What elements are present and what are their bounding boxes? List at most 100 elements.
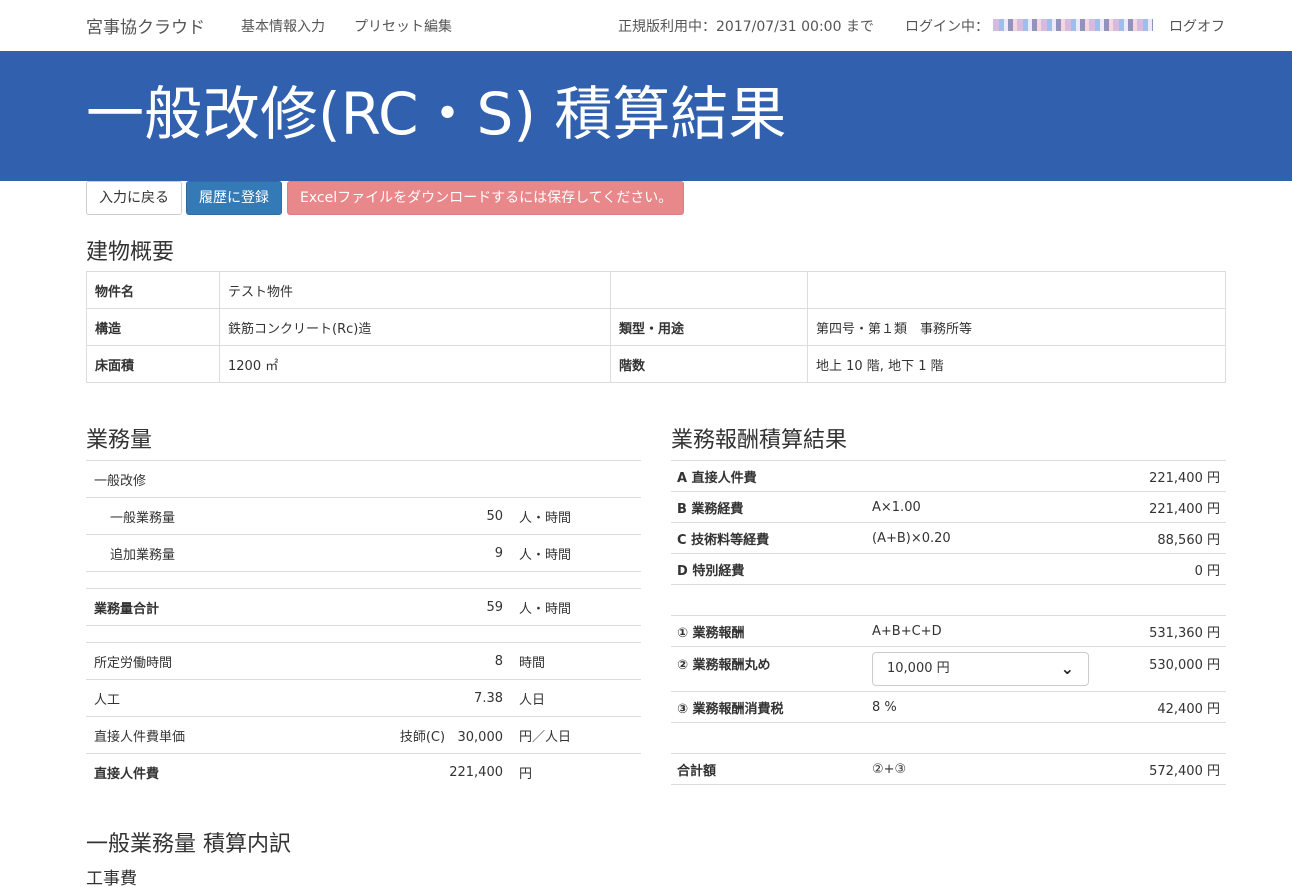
overview-label: 床面積 — [86, 345, 220, 383]
overview-value: 1200 ㎡ — [219, 345, 611, 383]
fee-label: ② 業務報酬丸め — [671, 646, 866, 692]
table-row: 物件名 テスト物件 — [86, 271, 1226, 309]
overview-value: 地上 10 階, 地下 1 階 — [807, 345, 1226, 383]
workload-total-value: 59 — [336, 588, 511, 626]
workload-unit: 人日 — [511, 679, 641, 717]
table-row: B 業務経費 A×1.00 221,400 円 — [671, 491, 1226, 523]
workload-value: 7.38 — [336, 679, 511, 717]
table-row — [86, 625, 641, 643]
workload-value: 技師(C) 30,000 — [336, 716, 511, 754]
workload-value: 50 — [336, 497, 511, 535]
table-row: 構造 鉄筋コンクリート(Rc)造 類型・用途 第四号・第１類 事務所等 — [86, 308, 1226, 346]
table-row — [671, 722, 1226, 754]
fee-formula: A+B+C+D — [866, 615, 1096, 647]
table-row — [671, 584, 1226, 616]
fee-formula — [866, 553, 1096, 585]
fee-amount: 42,400 円 — [1096, 691, 1226, 723]
chevron-down-icon: ⌄ — [1060, 659, 1074, 678]
workload-label: 一般業務量 — [86, 497, 336, 535]
workload-category: 一般改修 — [86, 460, 641, 498]
fee-amount: 0 円 — [1096, 553, 1226, 585]
workload-label: 所定労働時間 — [86, 642, 336, 680]
table-row: ① 業務報酬 A+B+C+D 531,360 円 — [671, 615, 1226, 647]
nav-basic-input[interactable]: 基本情報入力 — [241, 16, 325, 36]
fee-table: A 直接人件費 221,400 円 B 業務経費 A×1.00 221,400 … — [671, 460, 1226, 785]
workload-unit: 時間 — [511, 642, 641, 680]
fee-amount: 221,400 円 — [1096, 460, 1226, 492]
breakdown-subheading: 工事費 — [86, 869, 137, 887]
overview-label: 構造 — [86, 308, 220, 346]
table-row: 所定労働時間 8 時間 — [86, 642, 641, 680]
fee-label: A 直接人件費 — [671, 460, 866, 492]
overview-label: 階数 — [610, 345, 808, 383]
overview-table: 物件名 テスト物件 構造 鉄筋コンクリート(Rc)造 類型・用途 第四号・第１類… — [86, 271, 1226, 383]
fee-label: B 業務経費 — [671, 491, 866, 523]
workload-unit: 人・時間 — [511, 588, 641, 626]
fee-heading: 業務報酬積算結果 — [671, 428, 848, 453]
table-row: ② 業務報酬丸め 10,000 円 ⌄ 530,000 円 — [671, 646, 1226, 692]
table-row: 直接人件費 221,400 円 — [86, 753, 641, 791]
fee-label: ③ 業務報酬消費税 — [671, 691, 866, 723]
rounding-select-value: 10,000 円 — [887, 661, 950, 676]
brand-link[interactable]: 宮事協クラウド — [86, 13, 205, 38]
nav-preset-edit[interactable]: プリセット編集 — [354, 16, 452, 36]
fee-label: C 技術料等経費 — [671, 522, 866, 554]
overview-value — [807, 271, 1226, 309]
fee-amount: 88,560 円 — [1096, 522, 1226, 554]
workload-unit: 円 — [511, 753, 641, 791]
fee-formula: 8 % — [866, 691, 1096, 723]
register-history-button[interactable]: 履歴に登録 — [186, 181, 282, 215]
overview-label — [610, 271, 808, 309]
fee-label: D 特別経費 — [671, 553, 866, 585]
fee-label: ① 業務報酬 — [671, 615, 866, 647]
table-row: 追加業務量 9 人・時間 — [86, 534, 641, 572]
overview-heading: 建物概要 — [86, 240, 175, 265]
page-header: 一般改修(RC・S) 積算結果 — [0, 51, 1292, 181]
excel-download-notice: Excelファイルをダウンロードするには保存してください。 — [287, 181, 684, 215]
direct-cost-value: 221,400 — [336, 753, 511, 791]
workload-value: 8 — [336, 642, 511, 680]
workload-unit: 円／人日 — [511, 716, 641, 754]
overview-value: テスト物件 — [219, 271, 611, 309]
fee-total-label: 合計額 — [671, 753, 866, 785]
fee-amount: 531,360 円 — [1096, 615, 1226, 647]
table-row: 人工 7.38 人日 — [86, 679, 641, 717]
workload-total-label: 業務量合計 — [86, 588, 336, 626]
overview-label: 類型・用途 — [610, 308, 808, 346]
workload-unit: 人・時間 — [511, 534, 641, 572]
table-row: C 技術料等経費 (A+B)×0.20 88,560 円 — [671, 522, 1226, 554]
unit-price-value: 30,000 — [457, 729, 504, 745]
license-status: 正規版利用中：2017/07/31 00:00 まで — [618, 19, 874, 35]
table-row: 一般改修 — [86, 460, 641, 498]
page-title: 一般改修(RC・S) 積算結果 — [86, 80, 787, 148]
breakdown-heading: 一般業務量 積算内訳 — [86, 832, 291, 857]
logoff-link[interactable]: ログオフ — [1169, 16, 1225, 36]
table-row: D 特別経費 0 円 — [671, 553, 1226, 585]
fee-formula: ②+③ — [866, 753, 1096, 785]
back-to-input-button[interactable]: 入力に戻る — [86, 181, 182, 215]
workload-value: 9 — [336, 534, 511, 572]
engineer-grade: 技師(C) — [399, 729, 446, 745]
overview-value: 第四号・第１類 事務所等 — [807, 308, 1226, 346]
fee-formula: 10,000 円 ⌄ — [866, 646, 1096, 692]
fee-formula — [866, 460, 1096, 492]
fee-amount: 530,000 円 — [1096, 646, 1226, 692]
table-row: A 直接人件費 221,400 円 — [671, 460, 1226, 492]
table-row: 一般業務量 50 人・時間 — [86, 497, 641, 535]
table-row: 直接人件費単価 技師(C) 30,000 円／人日 — [86, 716, 641, 754]
fee-formula: A×1.00 — [866, 491, 1096, 523]
workload-table: 一般改修 一般業務量 50 人・時間 追加業務量 9 人・時間 業務量合計 59… — [86, 460, 641, 791]
workload-label: 直接人件費単価 — [86, 716, 336, 754]
overview-value: 鉄筋コンクリート(Rc)造 — [219, 308, 611, 346]
direct-cost-label: 直接人件費 — [86, 753, 336, 791]
rounding-select[interactable]: 10,000 円 ⌄ — [872, 652, 1089, 686]
table-row: 床面積 1200 ㎡ 階数 地上 10 階, 地下 1 階 — [86, 345, 1226, 383]
login-label: ログイン中： — [905, 19, 989, 35]
workload-label: 追加業務量 — [86, 534, 336, 572]
fee-total-amount: 572,400 円 — [1096, 753, 1226, 785]
table-row: 合計額 ②+③ 572,400 円 — [671, 753, 1226, 785]
workload-label: 人工 — [86, 679, 336, 717]
table-row: ③ 業務報酬消費税 8 % 42,400 円 — [671, 691, 1226, 723]
workload-heading: 業務量 — [86, 428, 153, 453]
workload-unit: 人・時間 — [511, 497, 641, 535]
